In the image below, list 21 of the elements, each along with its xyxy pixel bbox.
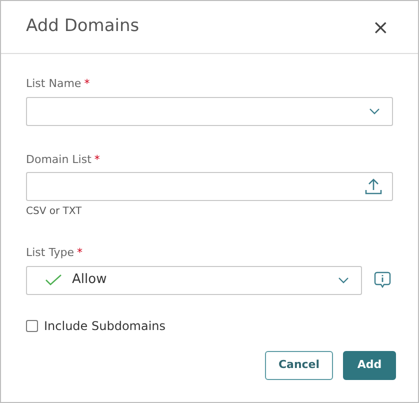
dialog-title: Add Domains bbox=[26, 15, 140, 38]
info-icon[interactable] bbox=[374, 271, 391, 289]
upload-icon bbox=[365, 178, 382, 195]
chevron-down-icon bbox=[369, 108, 380, 114]
checkbox-label: Include Subdomains bbox=[44, 318, 166, 334]
checkbox[interactable] bbox=[26, 320, 38, 332]
add-button[interactable]: Add bbox=[343, 351, 396, 380]
close-button[interactable]: × bbox=[368, 17, 393, 37]
field-label: List Name bbox=[26, 76, 82, 92]
select-field[interactable] bbox=[26, 96, 393, 126]
required-mark: * bbox=[94, 152, 100, 168]
cancel-button[interactable]: Cancel bbox=[265, 351, 333, 380]
field-label: List Type bbox=[26, 245, 74, 261]
required-mark: * bbox=[84, 76, 90, 92]
required-mark: * bbox=[77, 245, 82, 261]
field-label: Domain List bbox=[26, 152, 92, 168]
selected-value: Allow bbox=[72, 271, 107, 290]
file-upload-field[interactable] bbox=[26, 172, 393, 201]
field-hint: CSV or TXT bbox=[26, 205, 83, 219]
chevron-down-icon bbox=[338, 276, 349, 284]
select-field[interactable]: Allow bbox=[26, 266, 362, 294]
